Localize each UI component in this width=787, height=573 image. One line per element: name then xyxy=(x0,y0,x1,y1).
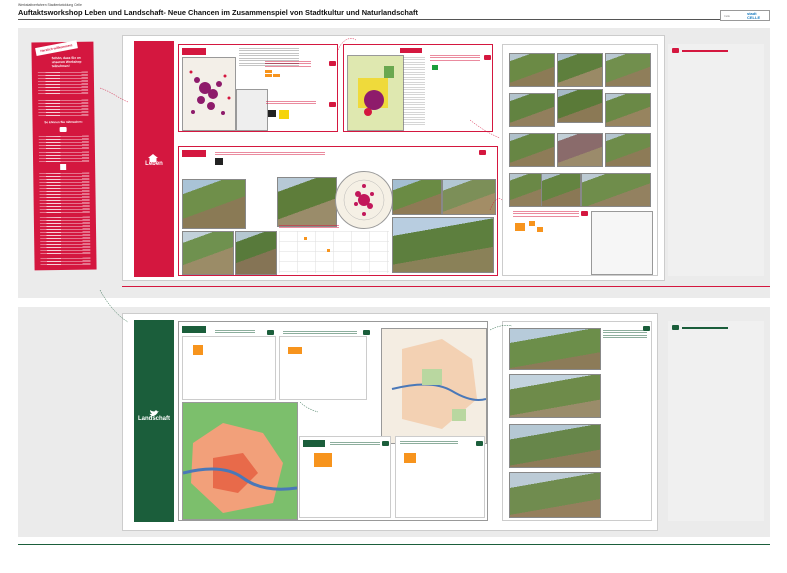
connector-arrows xyxy=(99,38,513,413)
